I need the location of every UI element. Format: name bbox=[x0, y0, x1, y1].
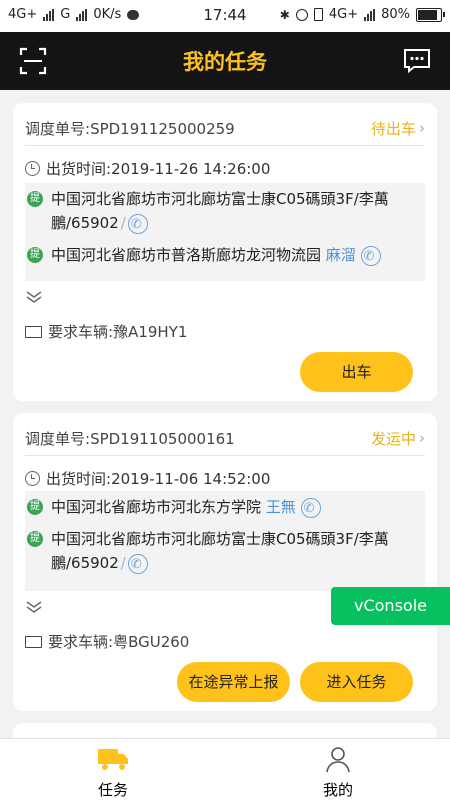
status-text: 待出车 bbox=[370, 119, 416, 138]
dispatch-number: 调度单号:SPD191105000161 bbox=[25, 428, 235, 449]
tab-label: 我的 bbox=[322, 781, 353, 799]
tab-tasks[interactable]: 任务 bbox=[53, 745, 173, 800]
vehicle-label: 要求车辆: bbox=[48, 633, 114, 651]
task-card[interactable]: 调度单号:SPD191105000161 发运中 › 出货时间: 2019-11-0… bbox=[13, 413, 437, 711]
vibrate-icon bbox=[313, 8, 323, 21]
stop-address: 中国河北省廊坊市河北廊坊富士康C05碼頭3F/李萬鵬/65902 bbox=[51, 190, 389, 232]
vconsole-button[interactable]: vConsole bbox=[331, 587, 450, 625]
user-icon bbox=[326, 747, 350, 773]
card-header: 调度单号:SPD191125000259 待出车 › bbox=[25, 115, 425, 141]
dispatch-label: 调度单号: bbox=[25, 119, 91, 138]
tab-mine[interactable]: 我的 bbox=[278, 745, 398, 800]
ship-time: 出货时间: 2019-11-06 14:52:00 bbox=[25, 468, 425, 489]
stop-contact: 麻溜 bbox=[325, 246, 356, 264]
stop-contact: 王無 bbox=[265, 498, 296, 516]
ship-time-value: 2019-11-26 14:26:00 bbox=[111, 159, 271, 178]
app-header: 我的任务 bbox=[0, 32, 450, 90]
enter-task-button[interactable]: 进入任务 bbox=[300, 662, 413, 702]
ship-time-label: 出货时间: bbox=[46, 470, 112, 488]
chevron-right-icon: › bbox=[419, 429, 425, 447]
depart-button[interactable]: 出车 bbox=[300, 352, 413, 392]
vehicle-value: 豫A19HY1 bbox=[113, 323, 188, 341]
network-type-right: 4G+ bbox=[328, 7, 359, 22]
truck-icon bbox=[25, 325, 42, 338]
bluetooth-icon: ✱ bbox=[279, 7, 290, 22]
clock-icon bbox=[25, 471, 40, 486]
dispatch-value: SPD191125000259 bbox=[90, 119, 235, 138]
pickup-badge: 提 bbox=[27, 531, 43, 547]
pickup-badge: 提 bbox=[27, 191, 43, 207]
list-item: 提 中国河北省廊坊市河北廊坊富士康C05碼頭3F/李萬鵬/65902/ bbox=[25, 183, 425, 239]
expand-icon[interactable] bbox=[25, 601, 43, 613]
status-bar: 4G+ G 0K/s 17:44 ✱ 4G+ 80% bbox=[0, 0, 450, 32]
ship-time-label: 出货时间: bbox=[46, 160, 112, 178]
list-item: 提 中国河北省廊坊市河北廊坊富士康C05碼頭3F/李萬鵬/65902/ bbox=[25, 523, 425, 579]
chevron-right-icon: › bbox=[419, 119, 425, 137]
list-item: 提 中国河北省廊坊市河北东方学院 王無 bbox=[25, 491, 425, 523]
clock-icon bbox=[25, 161, 40, 176]
dispatch-label: 调度单号: bbox=[25, 429, 91, 448]
expand-icon[interactable] bbox=[25, 291, 43, 303]
vehicle-requirement: 要求车辆: 豫A19HY1 bbox=[25, 321, 187, 342]
separator: / bbox=[120, 554, 126, 572]
ship-time-value: 2019-11-06 14:52:00 bbox=[111, 469, 271, 488]
ship-time: 出货时间: 2019-11-26 14:26:00 bbox=[25, 158, 425, 179]
status-right: ✱ 4G+ 80% bbox=[279, 7, 445, 22]
address-list: 提 中国河北省廊坊市河北廊坊富士康C05碼頭3F/李萬鵬/65902/ 提 中国… bbox=[25, 183, 425, 281]
tab-bar: 任务 我的 bbox=[0, 738, 450, 801]
alarm-icon bbox=[295, 8, 308, 21]
message-icon[interactable] bbox=[402, 46, 432, 76]
phone-icon[interactable] bbox=[300, 497, 321, 521]
phone-icon[interactable] bbox=[360, 245, 381, 269]
stop-address: 中国河北省廊坊市河北东方学院 bbox=[51, 498, 262, 516]
pickup-badge: 提 bbox=[27, 247, 43, 263]
pickup-badge: 提 bbox=[27, 499, 43, 515]
list-item: 提 中国河北省廊坊市普洛斯廊坊龙河物流园 麻溜 bbox=[25, 239, 425, 271]
page-title: 我的任务 bbox=[183, 50, 267, 74]
battery-percent: 80% bbox=[381, 7, 410, 22]
truck-icon bbox=[25, 635, 42, 648]
status-badge[interactable]: 发运中 › bbox=[371, 428, 425, 449]
task-card[interactable]: 调度单号:SPD191125000259 待出车 › 出货时间: 2019-11-2… bbox=[13, 103, 437, 401]
status-badge[interactable]: 待出车 › bbox=[371, 118, 425, 139]
tab-label: 任务 bbox=[97, 781, 128, 799]
divider bbox=[25, 145, 425, 146]
report-exception-button[interactable]: 在途异常上报 bbox=[177, 662, 290, 702]
battery-icon bbox=[416, 7, 445, 22]
stop-address: 中国河北省廊坊市普洛斯廊坊龙河物流园 bbox=[51, 246, 322, 264]
signal-icon-3 bbox=[364, 8, 376, 21]
address-list: 提 中国河北省廊坊市河北东方学院 王無 提 中国河北省廊坊市河北廊坊富士康C05… bbox=[25, 491, 425, 591]
card-header: 调度单号:SPD191105000161 发运中 › bbox=[25, 425, 425, 451]
vehicle-value: 粤BGU260 bbox=[113, 633, 190, 651]
stop-address: 中国河北省廊坊市河北廊坊富士康C05碼頭3F/李萬鵬/65902 bbox=[51, 530, 389, 572]
vehicle-requirement: 要求车辆: 粤BGU260 bbox=[25, 631, 189, 652]
battery-fill bbox=[418, 9, 438, 20]
divider bbox=[25, 455, 425, 456]
phone-icon[interactable] bbox=[127, 213, 148, 237]
vehicle-label: 要求车辆: bbox=[48, 323, 114, 341]
status-text: 发运中 bbox=[370, 429, 416, 448]
dispatch-value: SPD191105000161 bbox=[90, 429, 235, 448]
phone-icon[interactable] bbox=[127, 553, 148, 577]
dispatch-number: 调度单号:SPD191125000259 bbox=[25, 118, 235, 139]
separator: / bbox=[120, 214, 126, 232]
truck-icon bbox=[98, 749, 128, 770]
